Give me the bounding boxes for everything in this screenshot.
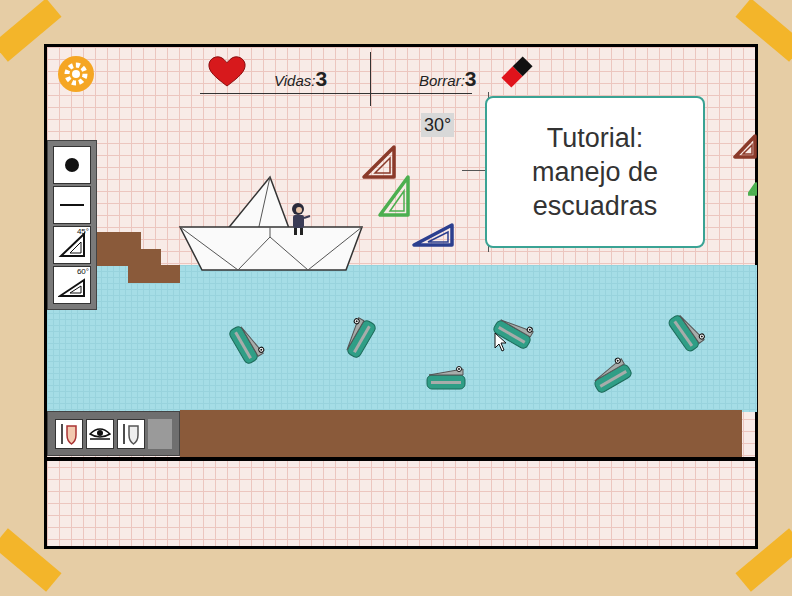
erase-label: Borrar:: [419, 70, 465, 93]
dock: [128, 265, 180, 283]
tutorial-line: Tutorial:: [547, 121, 644, 155]
armor-icon: [121, 422, 141, 446]
shield-icon: [59, 422, 79, 446]
erase-value: 3: [465, 63, 477, 95]
tool-button[interactable]: [53, 146, 91, 184]
ground: [180, 410, 742, 457]
tutorial-line: manejo de: [532, 155, 658, 189]
water: [47, 265, 757, 412]
angle-text: 30°: [424, 115, 451, 135]
hud-hline: [200, 93, 472, 94]
eye-icon: [89, 426, 111, 442]
lives-label: Vidas:: [274, 70, 315, 93]
lives-value: 3: [315, 63, 327, 95]
set-square-icon[interactable]: [733, 134, 757, 160]
set-square-icon[interactable]: [748, 182, 757, 196]
powerup-bar: [47, 411, 180, 456]
tutorial-card: Tutorial: manejo de escuadras: [485, 96, 705, 248]
player-character: [287, 202, 311, 236]
tool-palette: 45° 60°: [47, 140, 97, 310]
tool-label: 45°: [77, 227, 89, 236]
point-tool-icon: [62, 155, 82, 175]
dock: [97, 249, 161, 266]
powerup-button[interactable]: [86, 419, 114, 449]
tool-label: 60°: [77, 267, 89, 276]
dock: [97, 232, 141, 250]
powerup-button[interactable]: [117, 419, 145, 449]
paper-boat: [178, 175, 364, 273]
tutorial-line: escuadras: [533, 189, 658, 223]
set-square-icon[interactable]: [361, 144, 397, 180]
stapler-crocodile-icon: [425, 363, 467, 393]
set-square-icon[interactable]: [377, 174, 411, 218]
mouse-cursor-icon: [494, 332, 508, 352]
gear-icon[interactable]: [57, 55, 95, 93]
tool-button[interactable]: 45°: [53, 226, 91, 264]
tool-button[interactable]: 60°: [53, 266, 91, 304]
lives-counter: Vidas: 3: [274, 63, 327, 95]
powerup-empty-slot: [148, 419, 172, 449]
heart-icon: [207, 55, 247, 87]
angle-label: 30°: [421, 113, 454, 137]
divider-line: [44, 457, 758, 461]
hud-vline: [370, 52, 371, 106]
set-square-icon[interactable]: [411, 222, 455, 248]
eraser-icon[interactable]: [498, 54, 536, 90]
line-tool-icon: [59, 195, 85, 215]
erase-counter: Borrar: 3: [419, 63, 477, 95]
tool-button[interactable]: [53, 186, 91, 224]
powerup-button[interactable]: [55, 419, 83, 449]
game-stage: Vidas: 3 Borrar: 3 30° Tutorial: manejo …: [0, 0, 792, 596]
powerup-list: [55, 419, 145, 449]
